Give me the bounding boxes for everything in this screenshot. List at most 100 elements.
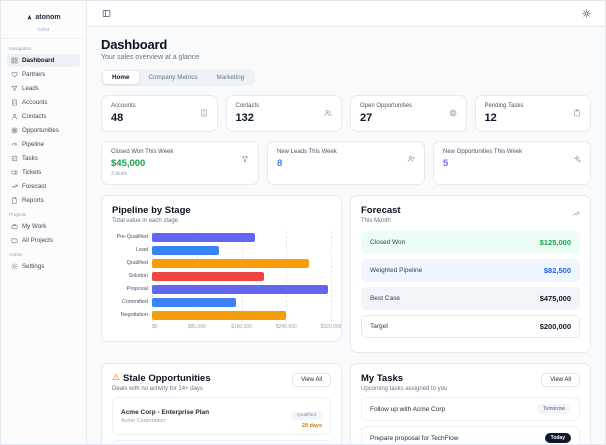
sidebar-item-my-work[interactable]: My Work	[7, 220, 80, 233]
chart-bar-proposal	[152, 284, 329, 295]
stat-card-accounts: Accounts 48	[101, 95, 218, 132]
sidebar-item-forecast[interactable]: Forecast	[7, 180, 80, 193]
leads-icon	[11, 85, 18, 91]
my-tasks-list: Follow up with Acme Corp Tomorrow Prepare …	[361, 397, 580, 444]
chart-gridline	[331, 231, 332, 322]
forecast-rows: Closed Won $125,000 Weighted Pipeline $82,5…	[361, 231, 580, 338]
task-name: Prepare proposal for TechFlow	[370, 434, 459, 442]
forecast-title: Forecast	[361, 205, 401, 216]
forecast-row-closed-won: Closed Won $125,000	[361, 231, 580, 254]
due-badge: Today	[544, 433, 571, 443]
my-tasks-view-all-button[interactable]: View All	[541, 373, 580, 387]
building-icon	[200, 109, 207, 117]
theme-toggle-button[interactable]	[579, 7, 593, 21]
sidebar-item-label: Leads	[22, 85, 39, 92]
theme-sun-icon	[581, 9, 591, 18]
stat-value: $45,000	[111, 158, 146, 169]
chart-x-tick: $320,000	[320, 324, 342, 330]
sidebar-item-label: My Work	[22, 223, 47, 230]
chart-bar-lead	[152, 245, 220, 256]
app-window: atonom CRM Navigation Dashboard Partners Le…	[0, 0, 606, 445]
stat-value: 48	[111, 112, 124, 124]
warning-icon	[112, 373, 120, 380]
bottom-row: Stale Opportunities Deals with no activi…	[101, 363, 591, 444]
stat-value: 12	[484, 112, 497, 124]
stat-value: 8	[277, 158, 283, 169]
sidebar-item-tasks[interactable]: Tasks	[7, 152, 80, 165]
sidebar-item-contacts[interactable]: Contacts	[7, 110, 80, 123]
chart-plot-area	[152, 231, 332, 322]
stat-card-new-opportunities-this-week: New Opportunities This Week 5	[433, 141, 591, 185]
task-row[interactable]: Prepare proposal for TechFlow Today	[361, 426, 580, 444]
stat-label: Closed Won This Week	[111, 149, 174, 155]
my-tasks-subtitle: Upcoming tasks assigned to you	[361, 386, 448, 392]
tab-marketing[interactable]: Marketing	[208, 71, 254, 84]
sidebar-item-leads[interactable]: Leads	[7, 82, 80, 95]
chart-bar-solution	[152, 271, 264, 282]
sidebar-item-partners[interactable]: Partners	[7, 68, 80, 81]
sidebar-item-all-projects[interactable]: All Projects	[7, 234, 80, 247]
stale-opportunities-list: Acme Corp - Enterprise Plan Acme Corporat…	[112, 397, 331, 444]
forecast-row-label: Best Case	[370, 295, 400, 302]
chart-bar-row	[152, 309, 331, 322]
tickets-icon	[11, 170, 18, 175]
stale-opportunities-view-all-button[interactable]: View All	[292, 373, 331, 387]
sidebar-item-label: Partners	[22, 71, 46, 78]
forecast-row-label: Weighted Pipeline	[370, 267, 423, 274]
sidebar-item-label: Contacts	[22, 113, 47, 120]
stat-label: New Leads This Week	[277, 149, 337, 155]
chart-bar-row	[152, 296, 331, 309]
forecast-card: Forecast This Month Closed Won $125,000 We…	[350, 195, 591, 353]
trophy-icon	[242, 156, 248, 162]
forecast-subtitle: This Month	[361, 218, 391, 224]
pipeline-icon	[11, 142, 18, 146]
chart-x-tick: $80,000	[187, 324, 206, 330]
task-row[interactable]: Follow up with Acme Corp Tomorrow	[361, 397, 580, 421]
stale-opportunity-row[interactable]: TechFlow - Platform LicenseTechFlow Solu…	[112, 440, 331, 444]
pipeline-bar-chart: Pre-Qualified Lead Qualified Solution Propos…	[112, 231, 341, 332]
stale-opportunity-row[interactable]: Acme Corp - Enterprise Plan Acme Corporat…	[112, 397, 331, 435]
stale-opportunities-card: Stale Opportunities Deals with no activi…	[101, 363, 342, 444]
forecast-icon-slot	[572, 205, 580, 223]
chart-x-tick: $160,000	[231, 324, 252, 330]
user-plus-icon	[407, 156, 415, 162]
due-badge: Tomorrow	[537, 404, 571, 414]
sidebar-item-label: Tickets	[22, 169, 42, 176]
chart-category-label: Proposal	[126, 286, 148, 292]
tab-company-metrics[interactable]: Company Metrics	[140, 71, 207, 84]
sidebar-item-reports[interactable]: Reports	[7, 194, 80, 207]
trending-up-icon	[572, 212, 580, 216]
chart-x-tick: $240,000	[275, 324, 297, 330]
chart-bar-row	[152, 283, 331, 296]
sidebar-item-opportunities[interactable]: Opportunities	[7, 124, 80, 137]
chart-category-label: Pre-Qualified	[116, 234, 148, 240]
sidebar-item-accounts[interactable]: Accounts	[7, 96, 80, 109]
sidebar-item-pipeline[interactable]: Pipeline	[7, 138, 80, 151]
stat-value: 5	[443, 158, 449, 169]
sidebar-toggle-button[interactable]	[99, 7, 113, 21]
stat-card-contacts: Contacts 132	[225, 95, 342, 132]
stat-sub: 3 deals	[111, 171, 128, 177]
pipeline-chart-title: Pipeline by Stage	[112, 205, 191, 216]
pipeline-by-stage-card: Pipeline by Stage Total value in each st…	[101, 195, 342, 342]
stat-label: New Opportunities This Week	[443, 149, 523, 155]
logo-name: atonom	[35, 13, 61, 21]
stat-card-new-leads-this-week: New Leads This Week 8	[267, 141, 425, 185]
sidebar-item-settings[interactable]: Settings	[7, 260, 80, 273]
dashboard-content: Dashboard Your sales overview at a glanc…	[87, 27, 605, 444]
chart-bar-row	[152, 244, 331, 257]
target-icon	[449, 109, 456, 117]
forecast-row-target: Target $200,000	[361, 315, 580, 338]
my-tasks-title: My Tasks	[361, 373, 404, 384]
stat-card-pending-tasks: Pending Tasks 12	[474, 95, 591, 132]
task-name: Follow up with Acme Corp	[370, 405, 446, 413]
tab-home[interactable]: Home	[103, 71, 139, 84]
sidebar-item-tickets[interactable]: Tickets	[7, 166, 80, 179]
contacts-icon	[11, 113, 18, 120]
sidebar-item-dashboard[interactable]: Dashboard	[7, 54, 80, 67]
forecast-row-label: Closed Won	[370, 239, 406, 246]
forecast-row-value: $125,000	[539, 238, 571, 247]
nav-section: Projects My Work All Projects	[7, 213, 80, 247]
my-tasks-card: My Tasks Upcoming tasks assigned to you …	[350, 363, 591, 444]
dashboard-tabs: Home Company Metrics Marketing	[101, 69, 256, 86]
